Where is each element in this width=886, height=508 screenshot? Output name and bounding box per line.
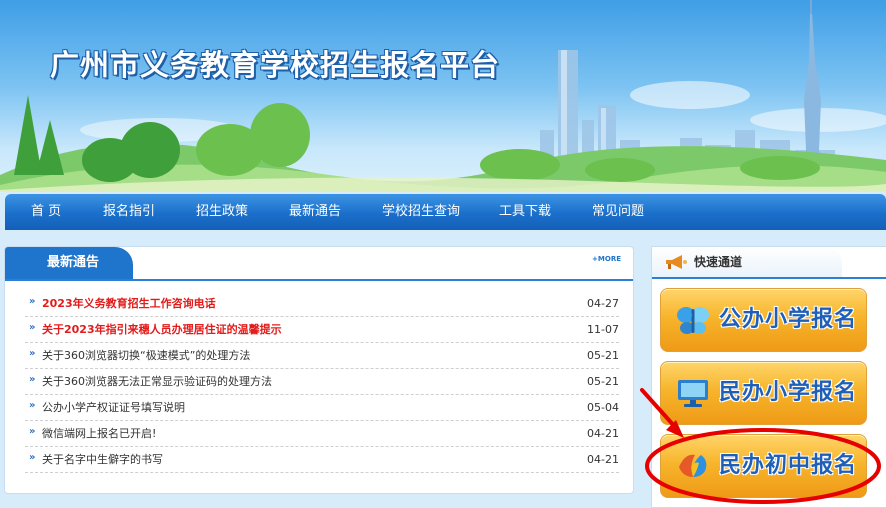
quick-access-title: 快速通道 xyxy=(694,255,743,269)
notice-title[interactable]: 关于2023年指引来穗人员办理居住证的温馨提示 xyxy=(42,317,282,342)
notice-row[interactable]: » 关于名字中生僻字的书写 04-21 xyxy=(25,447,619,473)
notice-row[interactable]: » 2023年义务教育招生工作咨询电话 04-27 xyxy=(25,291,619,317)
public-primary-registration-button[interactable]: 公办小学报名 xyxy=(660,288,867,352)
notice-date: 04-27 xyxy=(587,297,619,310)
notice-title[interactable]: 公办小学产权证证号填写说明 xyxy=(42,395,185,420)
double-arrow-icon: » xyxy=(29,322,36,333)
latest-notices-header: 最新通告 +MORE xyxy=(5,247,633,281)
notice-date: 05-21 xyxy=(587,375,619,388)
notice-row[interactable]: » 关于2023年指引来穗人员办理居住证的温馨提示 11-07 xyxy=(25,317,619,343)
double-arrow-icon: » xyxy=(29,296,36,307)
butterfly-icon xyxy=(677,307,709,334)
notice-date: 05-21 xyxy=(587,349,619,362)
nav-school-enrollment-query[interactable]: 学校招生查询 xyxy=(382,194,460,230)
nav-tool-download[interactable]: 工具下载 xyxy=(499,194,551,230)
city-skyline-illustration xyxy=(0,0,886,192)
megaphone-icon xyxy=(666,255,687,269)
private-primary-registration-label[interactable]: 民办小学报名 xyxy=(719,362,857,424)
notice-date: 04-21 xyxy=(587,453,619,466)
latest-notices-panel: 最新通告 +MORE » 2023年义务教育招生工作咨询电话 04-27 » 关… xyxy=(4,246,634,494)
private-primary-registration-button[interactable]: 民办小学报名 xyxy=(660,361,867,425)
notice-row[interactable]: » 微信端网上报名已开启! 04-21 xyxy=(25,421,619,447)
site-title: 广州市义务教育学校招生报名平台 xyxy=(50,48,501,82)
nav-faq[interactable]: 常见问题 xyxy=(592,194,644,230)
notice-date: 04-21 xyxy=(587,427,619,440)
nav-home[interactable]: 首 页 xyxy=(31,194,61,230)
notice-date: 05-04 xyxy=(587,401,619,414)
double-arrow-icon: » xyxy=(29,400,36,411)
notice-title[interactable]: 微信端网上报名已开启! xyxy=(42,421,156,446)
double-arrow-icon: » xyxy=(29,374,36,385)
nav-latest-notices[interactable]: 最新通告 xyxy=(289,194,341,230)
notice-title[interactable]: 关于360浏览器切换“极速模式”的处理方法 xyxy=(42,343,250,368)
double-arrow-icon: » xyxy=(29,348,36,359)
nav-registration-guide[interactable]: 报名指引 xyxy=(103,194,155,230)
latest-notices-title: 最新通告 xyxy=(47,255,100,270)
public-primary-registration-label[interactable]: 公办小学报名 xyxy=(719,289,857,351)
private-junior-high-registration-label[interactable]: 民办初中报名 xyxy=(719,435,857,497)
notice-row[interactable]: » 关于360浏览器无法正常显示验证码的处理方法 05-21 xyxy=(25,369,619,395)
private-junior-high-registration-button[interactable]: 民办初中报名 xyxy=(660,434,867,498)
notice-date: 11-07 xyxy=(587,323,619,336)
computer-monitor-icon xyxy=(678,380,708,407)
more-link[interactable]: +MORE xyxy=(592,255,621,263)
notice-title[interactable]: 2023年义务教育招生工作咨询电话 xyxy=(42,291,216,316)
header-banner: 广州市义务教育学校招生报名平台 xyxy=(0,0,886,192)
double-arrow-icon: » xyxy=(29,452,36,463)
notice-row[interactable]: » 公办小学产权证证号填写说明 05-04 xyxy=(25,395,619,421)
quick-access-header: 快速通道 xyxy=(652,247,886,279)
notice-row[interactable]: » 关于360浏览器切换“极速模式”的处理方法 05-21 xyxy=(25,343,619,369)
notice-title[interactable]: 关于360浏览器无法正常显示验证码的处理方法 xyxy=(42,369,272,394)
notice-title[interactable]: 关于名字中生僻字的书写 xyxy=(42,447,163,472)
double-arrow-icon: » xyxy=(29,426,36,437)
colorful-leaf-icon xyxy=(679,454,707,477)
main-nav: 首 页 报名指引 招生政策 最新通告 学校招生查询 工具下载 常见问题 xyxy=(5,194,886,230)
nav-enrollment-policy[interactable]: 招生政策 xyxy=(196,194,248,230)
